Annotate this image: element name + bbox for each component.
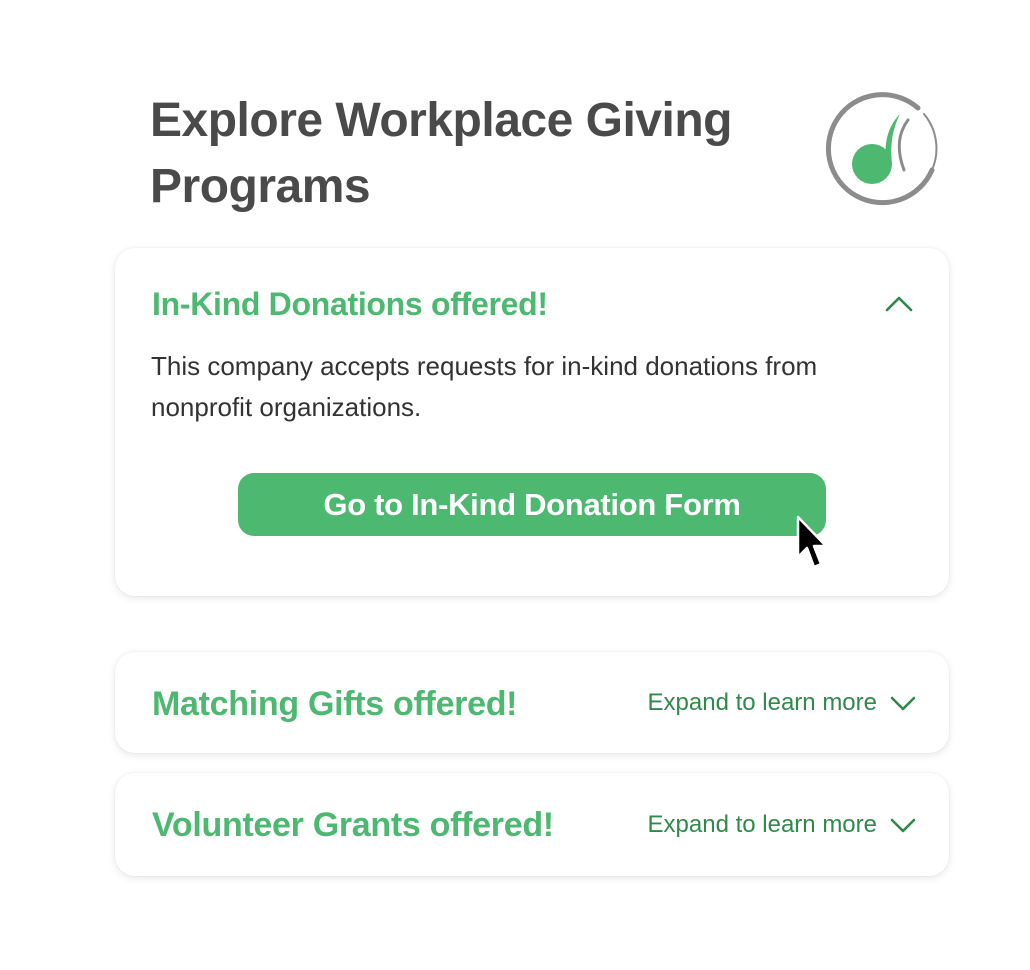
- in-kind-description: This company accepts requests for in-kin…: [151, 351, 818, 422]
- expand-label: Expand to learn more: [647, 810, 877, 838]
- collapse-toggle[interactable]: [879, 288, 919, 320]
- volunteer-grants-heading: Volunteer Grants offered!: [152, 806, 554, 844]
- in-kind-donation-form-button[interactable]: Go to In-Kind Donation Form: [238, 473, 826, 536]
- chevron-down-icon: [890, 818, 916, 832]
- matching-gifts-expand-toggle[interactable]: Expand to learn more: [648, 652, 917, 753]
- matching-gifts-card[interactable]: Matching Gifts offered! Expand to learn …: [115, 652, 949, 753]
- expand-label: Expand to learn more: [647, 688, 877, 716]
- double-the-donation-logo-icon: [820, 92, 942, 214]
- page-title: Explore Workplace Giving Programs: [150, 94, 732, 213]
- in-kind-donations-card: In-Kind Donations offered! This company …: [115, 248, 949, 596]
- volunteer-grants-expand-toggle[interactable]: Expand to learn more: [648, 773, 917, 876]
- chevron-up-icon: [885, 296, 913, 312]
- chevron-down-icon: [890, 696, 916, 710]
- volunteer-grants-card[interactable]: Volunteer Grants offered! Expand to lear…: [115, 773, 949, 876]
- matching-gifts-heading: Matching Gifts offered!: [152, 685, 518, 723]
- in-kind-donations-heading: In-Kind Donations offered!: [152, 286, 548, 322]
